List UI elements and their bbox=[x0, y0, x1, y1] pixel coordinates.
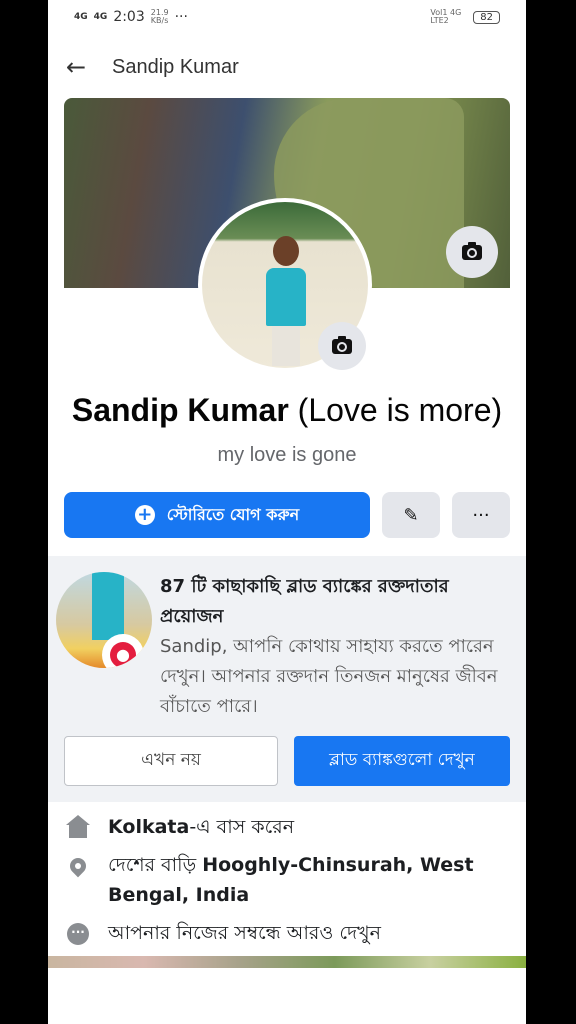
add-to-story-label: স্টোরিতে যোগ করুন bbox=[166, 504, 300, 524]
profile-actions: + স্টোরিতে যোগ করুন ✎ ··· bbox=[64, 492, 510, 538]
profile-screen: 4G 4G 2:03 21.9 KB/s ··· Vol1 4G LTE2 82… bbox=[48, 0, 526, 1024]
profile-name-main: Sandip Kumar bbox=[71, 392, 289, 428]
net-speed-unit: KB/s bbox=[150, 16, 169, 25]
lives-suffix: -এ বাস করেন bbox=[189, 816, 295, 838]
plus-circle-icon: + bbox=[134, 505, 155, 525]
more-notifications: ··· bbox=[174, 9, 188, 25]
status-bar: 4G 4G 2:03 21.9 KB/s ··· Vol1 4G LTE2 82 bbox=[48, 0, 526, 34]
home-icon bbox=[66, 815, 90, 838]
blood-card-body: Sandip, আপনি কোথায় সাহায্য করতে পারেন দ… bbox=[160, 636, 498, 717]
blood-donation-card: ● 87 টি কাছাকাছি ব্লাড ব্যাঙ্কের রক্তদাত… bbox=[48, 556, 526, 802]
not-now-button[interactable]: এখন নয় bbox=[64, 736, 278, 786]
see-more-about-label: আপনার নিজের সম্বন্ধে আরও দেখুন bbox=[108, 922, 381, 944]
lives-in-row[interactable]: Kolkata-এ বাস করেন bbox=[48, 812, 526, 842]
blood-drop-icon: ● bbox=[102, 634, 144, 668]
more-dots-icon: ··· bbox=[67, 923, 89, 945]
avatar-camera-button[interactable] bbox=[318, 322, 366, 370]
more-icon: ··· bbox=[472, 504, 490, 526]
photos-strip[interactable] bbox=[48, 956, 526, 968]
lte-indicator: LTE2 bbox=[430, 16, 449, 25]
camera-icon bbox=[462, 241, 482, 260]
app-bar: ← Sandip Kumar bbox=[48, 34, 526, 100]
app-bar-title: Sandip Kumar bbox=[112, 55, 239, 78]
edit-profile-button[interactable]: ✎ bbox=[382, 492, 440, 538]
hometown-prefix: দেশের বাড়ি bbox=[108, 854, 203, 876]
blood-donation-avatar: ● bbox=[56, 572, 152, 668]
cover-camera-button[interactable] bbox=[446, 226, 498, 278]
profile-name-suffix: (Love is more) bbox=[288, 392, 503, 428]
hometown-row[interactable]: দেশের বাড়ি Hooghly-Chinsurah, West Beng… bbox=[48, 850, 526, 910]
signal-2-indicator: 4G bbox=[93, 11, 108, 22]
see-more-about-row[interactable]: ··· আপনার নিজের সম্বন্ধে আরও দেখুন bbox=[48, 918, 526, 948]
more-options-button[interactable]: ··· bbox=[452, 492, 510, 538]
blood-card-heading: 87 টি কাছাকাছি ব্লাড ব্যাঙ্কের রক্তদাতার… bbox=[160, 576, 449, 627]
blood-card-text: 87 টি কাছাকাছি ব্লাড ব্যাঙ্কের রক্তদাতার… bbox=[160, 572, 510, 722]
signal-1-indicator: 4G bbox=[74, 11, 88, 22]
camera-icon bbox=[332, 335, 352, 354]
location-pin-icon bbox=[66, 854, 90, 878]
arrow-left-icon[interactable]: ← bbox=[66, 53, 96, 81]
pencil-icon: ✎ bbox=[403, 504, 419, 526]
add-to-story-button[interactable]: + স্টোরিতে যোগ করুন bbox=[64, 492, 370, 538]
lives-city: Kolkata bbox=[108, 816, 190, 838]
profile-person bbox=[266, 236, 306, 366]
profile-name: Sandip Kumar (Love is more) bbox=[48, 392, 526, 429]
clock: 2:03 bbox=[113, 9, 145, 25]
profile-bio: my love is gone bbox=[217, 444, 357, 466]
battery-indicator: 82 bbox=[473, 10, 500, 24]
see-blood-banks-button[interactable]: ব্লাড ব্যাঙ্কগুলো দেখুন bbox=[294, 736, 510, 786]
intro-section: Kolkata-এ বাস করেন দেশের বাড়ি Hooghly-C… bbox=[48, 812, 526, 956]
